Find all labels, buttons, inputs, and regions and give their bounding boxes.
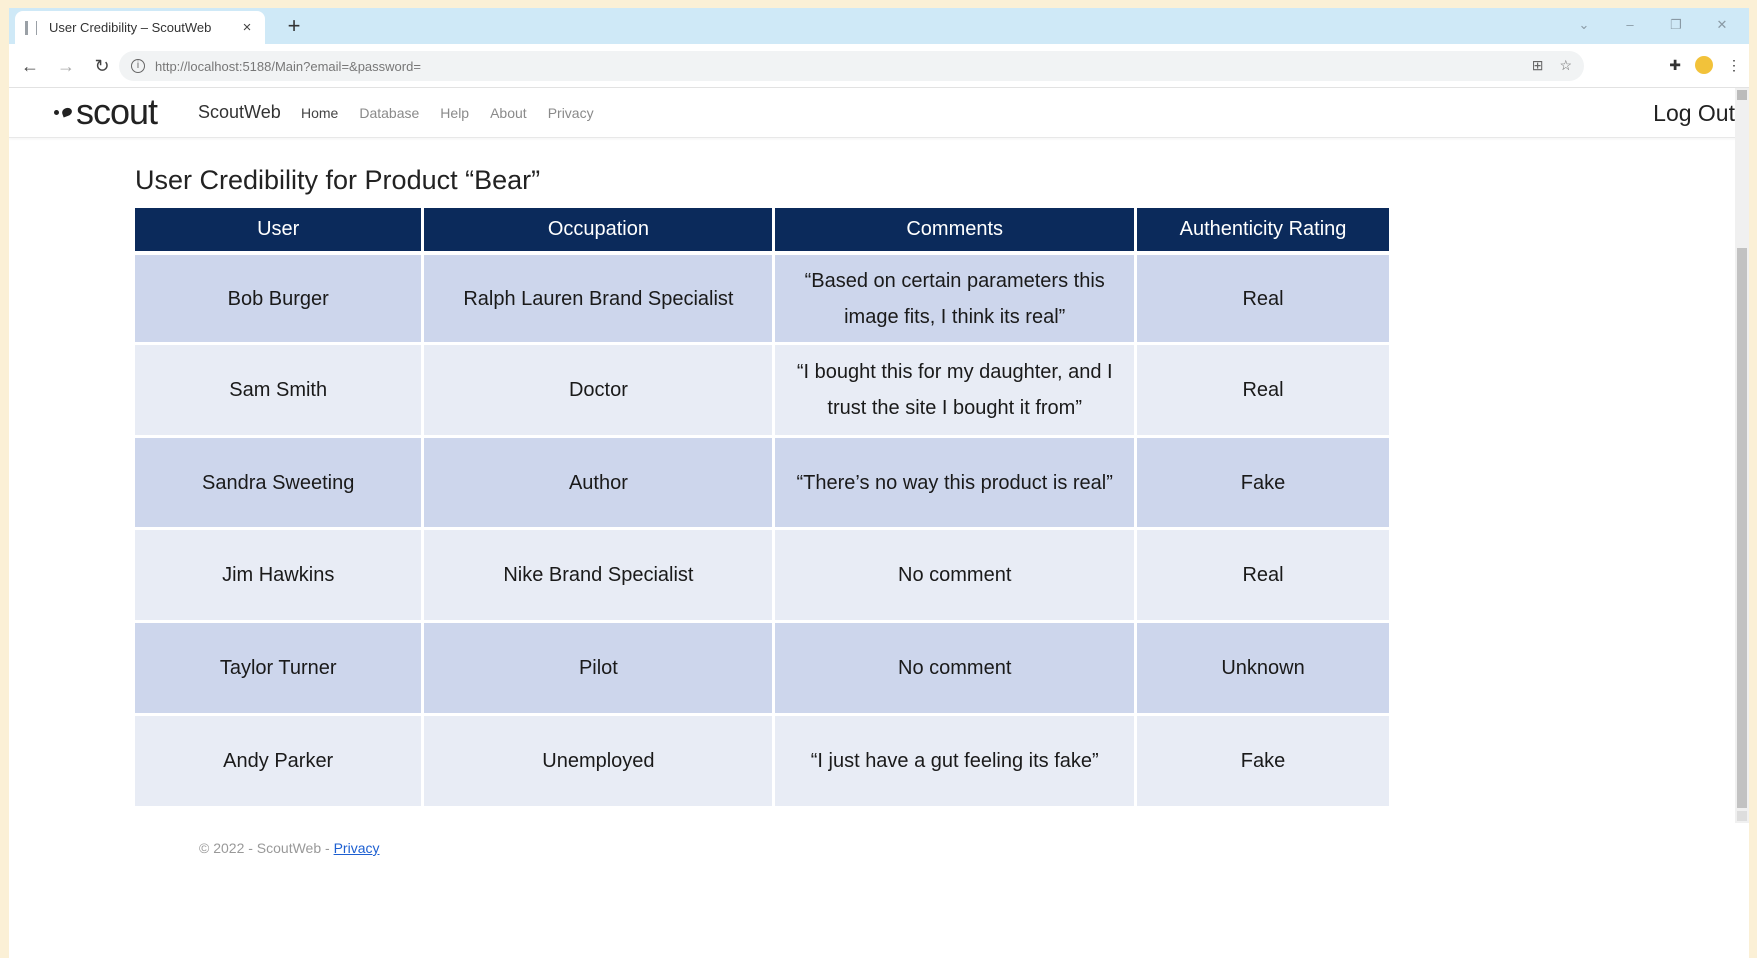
site-navbar: scout ScoutWeb Home Database Help About … bbox=[9, 88, 1749, 138]
restore-button[interactable]: ❐ bbox=[1657, 12, 1695, 38]
cell-comment: No comment bbox=[775, 623, 1135, 716]
browser-window: User Credibility – ScoutWeb × + ⌄ – ❐ ✕ … bbox=[9, 8, 1749, 958]
web-page: scout ScoutWeb Home Database Help About … bbox=[9, 88, 1749, 958]
page-scrollbar[interactable] bbox=[1735, 88, 1749, 823]
cell-user: Sandra Sweeting bbox=[135, 438, 422, 530]
url-text[interactable]: http://localhost:5188/Main?email=&passwo… bbox=[155, 59, 421, 74]
table-row: Sandra Sweeting Author “There’s no way t… bbox=[135, 438, 1389, 530]
minimize-button[interactable]: – bbox=[1611, 12, 1649, 38]
cell-comment: “I bought this for my daughter, and I tr… bbox=[775, 345, 1135, 438]
menu-icon[interactable]: ⋮ bbox=[1727, 57, 1741, 74]
new-tab-button[interactable]: + bbox=[281, 13, 307, 39]
nav-database[interactable]: Database bbox=[359, 105, 419, 121]
close-window-button[interactable]: ✕ bbox=[1703, 12, 1741, 38]
back-icon[interactable]: ← bbox=[15, 51, 45, 81]
logo-mark-icon bbox=[54, 106, 74, 118]
cell-occupation: Author bbox=[424, 438, 773, 530]
nav-help[interactable]: Help bbox=[440, 105, 469, 121]
header-user: User bbox=[135, 208, 422, 255]
tab-close-button[interactable]: × bbox=[239, 19, 255, 36]
forward-icon[interactable]: → bbox=[51, 51, 81, 81]
cell-user: Taylor Turner bbox=[135, 623, 422, 716]
cell-rating: Real bbox=[1137, 345, 1389, 438]
cell-comment: “Based on certain parameters this image … bbox=[775, 255, 1135, 345]
header-authenticity-rating: Authenticity Rating bbox=[1137, 208, 1389, 255]
info-icon[interactable]: i bbox=[131, 59, 145, 73]
cell-user: Bob Burger bbox=[135, 255, 422, 345]
cell-occupation: Pilot bbox=[424, 623, 773, 716]
profile-icon[interactable] bbox=[1695, 56, 1713, 74]
logo-text: scout bbox=[76, 91, 158, 132]
reload-icon[interactable]: ↻ bbox=[87, 51, 117, 81]
window-controls: ⌄ – ❐ ✕ bbox=[1565, 12, 1741, 38]
extension-area: ✚ ⋮ bbox=[1669, 56, 1741, 74]
table-row: Jim Hawkins Nike Brand Specialist No com… bbox=[135, 530, 1389, 623]
browser-toolbar: ← → ↻ i http://localhost:5188/Main?email… bbox=[9, 44, 1749, 88]
nav-links: Home Database Help About Privacy bbox=[301, 105, 615, 121]
page-favicon-icon bbox=[25, 20, 37, 35]
cell-rating: Real bbox=[1137, 530, 1389, 623]
cell-rating: Fake bbox=[1137, 716, 1389, 809]
nav-about[interactable]: About bbox=[490, 105, 527, 121]
header-comments: Comments bbox=[775, 208, 1135, 255]
page-title: User Credibility for Product “Bear” bbox=[135, 165, 541, 195]
cell-occupation: Ralph Lauren Brand Specialist bbox=[424, 255, 773, 345]
nav-home[interactable]: Home bbox=[301, 105, 338, 121]
table-row: Bob Burger Ralph Lauren Brand Specialist… bbox=[135, 255, 1389, 345]
cell-occupation: Doctor bbox=[424, 345, 773, 438]
cell-comment: “There’s no way this product is real” bbox=[775, 438, 1135, 530]
address-bar[interactable]: i http://localhost:5188/Main?email=&pass… bbox=[119, 51, 1584, 81]
cell-rating: Real bbox=[1137, 255, 1389, 345]
tab-search-button[interactable]: ⌄ bbox=[1565, 12, 1603, 38]
scout-logo[interactable]: scout bbox=[54, 91, 158, 133]
footer-text: © 2022 - ScoutWeb - bbox=[199, 840, 334, 856]
cell-occupation: Nike Brand Specialist bbox=[424, 530, 773, 623]
cell-user: Andy Parker bbox=[135, 716, 422, 809]
cell-rating: Unknown bbox=[1137, 623, 1389, 716]
tab-title: User Credibility – ScoutWeb bbox=[49, 20, 212, 35]
table-row: Sam Smith Doctor “I bought this for my d… bbox=[135, 345, 1389, 438]
cell-user: Jim Hawkins bbox=[135, 530, 422, 623]
cell-occupation: Unemployed bbox=[424, 716, 773, 809]
credibility-table: User Occupation Comments Authenticity Ra… bbox=[132, 208, 1392, 809]
scroll-up-icon[interactable] bbox=[1737, 90, 1747, 100]
star-icon[interactable]: ☆ bbox=[1559, 57, 1572, 74]
omnibox-actions: ⊞ ☆ bbox=[1532, 57, 1572, 74]
table-header-row: User Occupation Comments Authenticity Ra… bbox=[135, 208, 1389, 255]
cell-user: Sam Smith bbox=[135, 345, 422, 438]
page-footer: © 2022 - ScoutWeb - Privacy bbox=[199, 840, 379, 856]
nav-privacy[interactable]: Privacy bbox=[548, 105, 594, 121]
table-row: Andy Parker Unemployed “I just have a gu… bbox=[135, 716, 1389, 809]
cell-comment: No comment bbox=[775, 530, 1135, 623]
footer-privacy-link[interactable]: Privacy bbox=[334, 840, 380, 856]
cell-rating: Fake bbox=[1137, 438, 1389, 530]
logout-link[interactable]: Log Out bbox=[1653, 100, 1735, 127]
table-row: Taylor Turner Pilot No comment Unknown bbox=[135, 623, 1389, 716]
tab-strip: User Credibility – ScoutWeb × + ⌄ – ❐ ✕ bbox=[9, 8, 1749, 44]
browser-tab[interactable]: User Credibility – ScoutWeb × bbox=[15, 11, 265, 44]
scroll-down-icon[interactable] bbox=[1737, 811, 1747, 821]
install-icon[interactable]: ⊞ bbox=[1532, 57, 1544, 74]
cell-comment: “I just have a gut feeling its fake” bbox=[775, 716, 1135, 809]
header-occupation: Occupation bbox=[424, 208, 773, 255]
extensions-icon[interactable]: ✚ bbox=[1669, 57, 1681, 74]
brand-link[interactable]: ScoutWeb bbox=[198, 102, 281, 123]
scroll-thumb[interactable] bbox=[1737, 248, 1747, 808]
